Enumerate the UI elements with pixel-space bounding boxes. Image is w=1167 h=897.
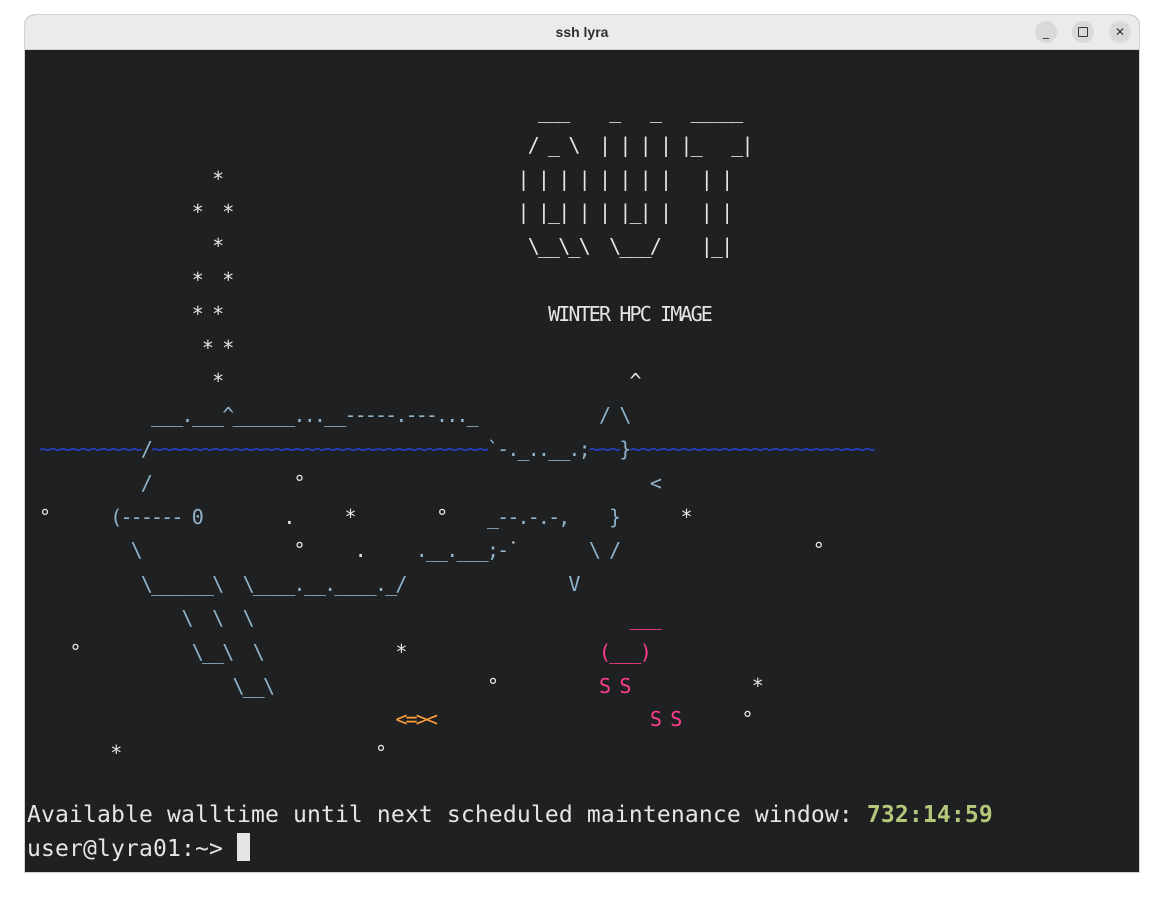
submarine-art: ___.___^______...__-----.---..._ / \ <box>39 403 631 428</box>
walltime-label: Available walltime until next scheduled … <box>27 802 867 828</box>
fish-art: <=>< <box>395 707 438 732</box>
title-bar[interactable]: ssh lyra _ ✕ <box>25 15 1139 50</box>
window-title: ssh lyra <box>555 24 609 40</box>
close-icon: ✕ <box>1114 25 1126 39</box>
terminal-window: ssh lyra _ ✕ ___ _ _ _____ / _ \ | | | |… <box>25 15 1139 872</box>
close-button[interactable]: ✕ <box>1109 21 1131 43</box>
shell-prompt: user@lyra01:~> <box>27 836 237 862</box>
diver-art: S S <box>649 707 682 732</box>
maximize-icon <box>1078 27 1088 37</box>
minimize-button[interactable]: _ <box>1035 21 1057 43</box>
walltime-value: 732:14:59 <box>866 802 993 828</box>
minimize-icon: _ <box>1043 25 1049 39</box>
ascii-art: ___ _ _ _____ / _ \ | | | | |_ _| * | | … <box>39 99 876 766</box>
terminal-output[interactable]: ___ _ _ _____ / _ \ | | | | |_ _| * | | … <box>25 50 1139 872</box>
banner-caption: WINTER HPC IMAGE <box>548 301 713 326</box>
text-cursor[interactable] <box>236 833 250 861</box>
status-output: Available walltime until next scheduled … <box>27 798 993 866</box>
maximize-button[interactable] <box>1072 21 1094 43</box>
